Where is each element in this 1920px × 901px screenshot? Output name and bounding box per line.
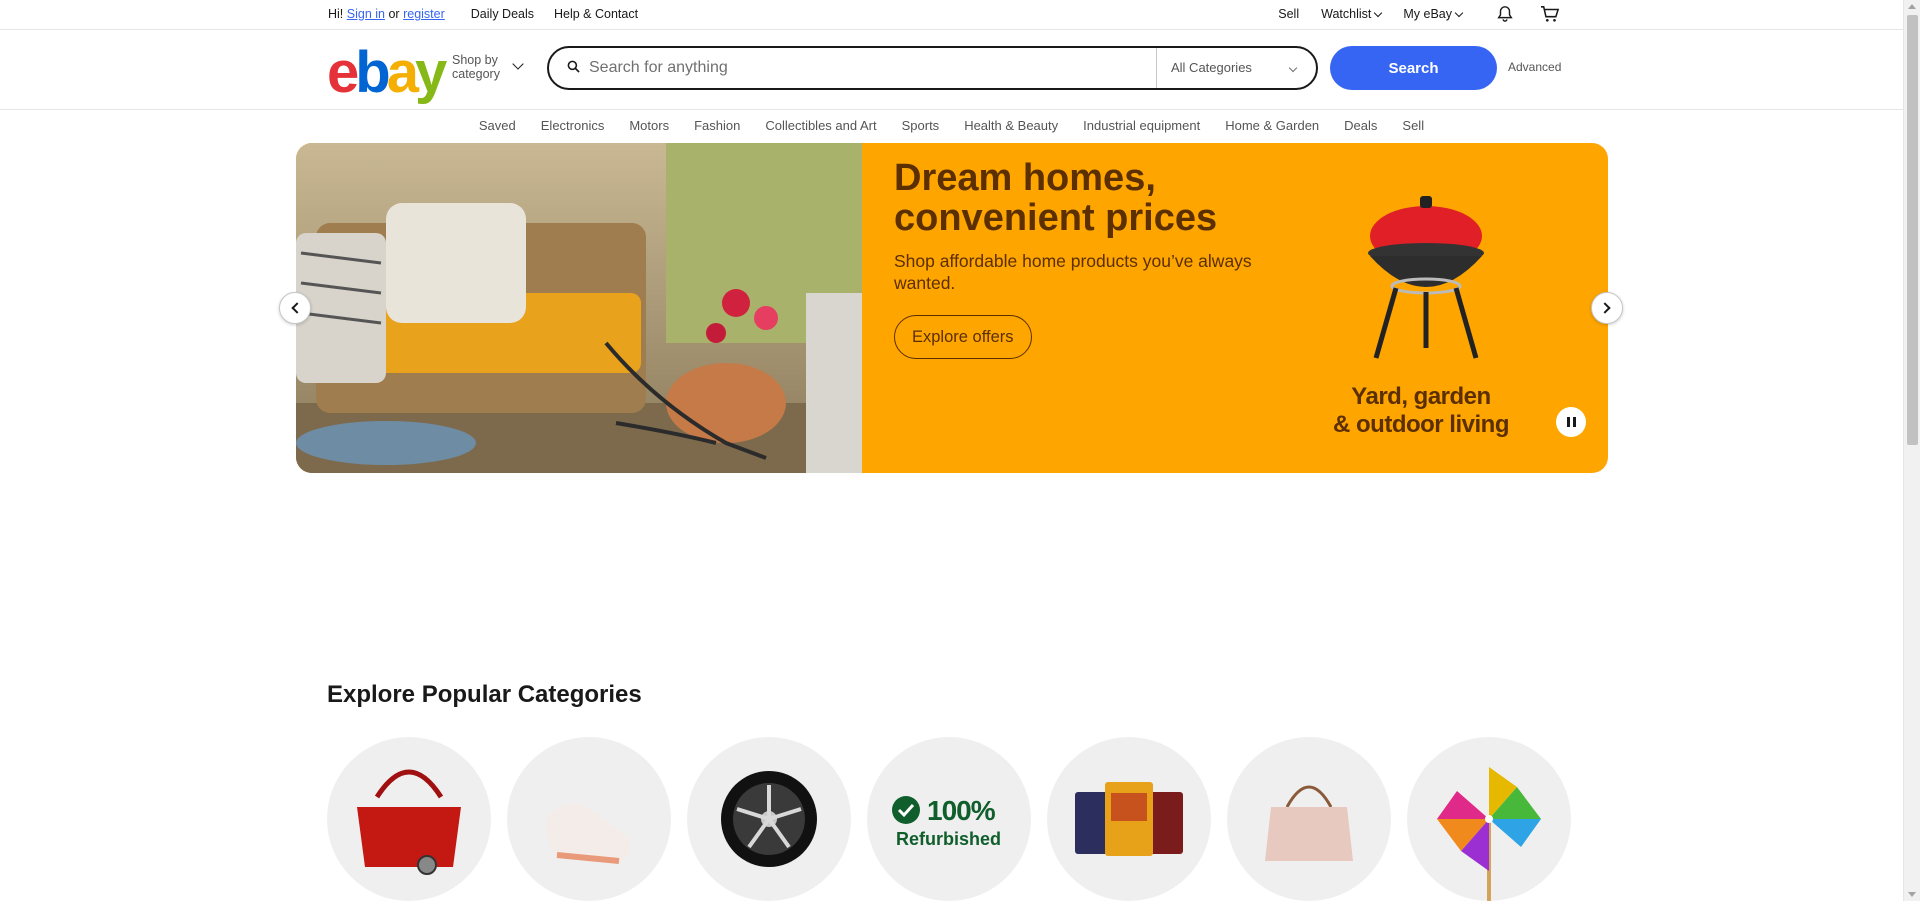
category-select[interactable]: All Categories: [1156, 48, 1316, 88]
shop-by-category-button[interactable]: Shop by category: [452, 53, 500, 81]
category-tires[interactable]: [687, 737, 851, 901]
caption-line-1: Yard, garden: [1351, 383, 1491, 410]
chevron-right-icon: [1599, 302, 1611, 314]
category-select-value: All Categories: [1171, 60, 1252, 75]
category-row: 100% Refurbished: [327, 737, 1587, 901]
popular-categories-heading: Explore Popular Categories: [327, 681, 642, 708]
grill-image: [1368, 196, 1484, 359]
banner-caption: Yard, garden & outdoor living: [1321, 383, 1521, 439]
category-trading-cards[interactable]: [1047, 737, 1211, 901]
sneaker-image: [545, 803, 631, 864]
or-text: or: [388, 7, 400, 21]
scrollbar-thumb[interactable]: [1907, 15, 1918, 445]
nav-item-electronics[interactable]: Electronics: [541, 118, 605, 136]
patio-photo: [296, 143, 862, 473]
nav-item-collectibles[interactable]: Collectibles and Art: [765, 118, 876, 136]
top-bar: Hi! Sign in or register Daily Deals Help…: [0, 0, 1903, 30]
nav-item-sports[interactable]: Sports: [902, 118, 940, 136]
notification-bell-icon[interactable]: [1496, 5, 1514, 23]
ebay-logo[interactable]: ebay: [327, 44, 447, 102]
carousel-prev-button[interactable]: [279, 292, 311, 324]
my-ebay-label: My eBay: [1403, 7, 1452, 21]
caption-line-2: & outdoor living: [1333, 411, 1509, 438]
pause-button[interactable]: [1556, 407, 1586, 437]
nav-item-saved[interactable]: Saved: [479, 118, 516, 136]
nav-item-deals[interactable]: Deals: [1344, 118, 1377, 136]
trading-cards-image: [1075, 782, 1183, 856]
category-bags[interactable]: [1227, 737, 1391, 901]
nav-item-home-garden[interactable]: Home & Garden: [1225, 118, 1319, 136]
nav-item-sell[interactable]: Sell: [1402, 118, 1424, 136]
banner-title: Dream homes, convenient prices: [894, 157, 1218, 239]
wheel-image: [721, 771, 817, 867]
nav-item-industrial[interactable]: Industrial equipment: [1083, 118, 1200, 136]
search-input[interactable]: [589, 56, 1149, 80]
carousel-next-button[interactable]: [1591, 292, 1623, 324]
category-sneakers[interactable]: [507, 737, 671, 901]
cart-icon[interactable]: [1540, 5, 1560, 23]
category-nav: Saved Electronics Motors Fashion Collect…: [0, 118, 1903, 136]
page-scrollbar[interactable]: [1903, 0, 1920, 901]
nav-item-health-beauty[interactable]: Health & Beauty: [964, 118, 1058, 136]
watchlist-menu[interactable]: Watchlist: [1321, 7, 1383, 21]
daily-deals-link[interactable]: Daily Deals: [471, 7, 534, 21]
category-refurbished[interactable]: 100% Refurbished: [867, 737, 1031, 901]
refurbished-percent: 100%: [927, 795, 996, 826]
header: ebay Shop by category All Categories Sea…: [0, 30, 1903, 110]
shop-by-label: Shop by: [452, 53, 498, 67]
sell-link[interactable]: Sell: [1278, 7, 1299, 21]
nav-item-motors[interactable]: Motors: [629, 118, 669, 136]
category-label: category: [452, 67, 500, 81]
chevron-down-icon: [1288, 63, 1298, 73]
banner-text: Dream homes, convenient prices Shop affo…: [894, 158, 1314, 294]
explore-offers-button[interactable]: Explore offers: [894, 315, 1032, 359]
top-bar-left: Hi! Sign in or register Daily Deals Help…: [328, 7, 638, 21]
category-toys[interactable]: [1407, 737, 1571, 901]
register-link[interactable]: register: [403, 7, 445, 21]
banner-subtitle: Shop affordable home products you’ve alw…: [894, 251, 1252, 293]
chevron-left-icon: [291, 302, 303, 314]
tote-bag-image: [1265, 785, 1353, 861]
pinwheel-image: [1437, 767, 1541, 901]
scroll-down-icon[interactable]: [1908, 892, 1916, 897]
advanced-search-link[interactable]: Advanced: [1508, 60, 1561, 74]
top-bar-right: Sell Watchlist My eBay: [1256, 5, 1560, 23]
chevron-down-icon: [1454, 8, 1464, 17]
hero-banner[interactable]: Dream homes, convenient prices Shop affo…: [296, 143, 1608, 473]
chevron-down-icon: [1374, 8, 1383, 17]
handbag-image: [357, 769, 461, 875]
chevron-down-icon: [512, 58, 524, 70]
refurbished-label: Refurbished: [896, 829, 1002, 849]
checkmark-badge-icon: [892, 796, 920, 824]
scroll-up-icon[interactable]: [1908, 4, 1916, 9]
pause-icon: [1566, 417, 1570, 427]
watchlist-label: Watchlist: [1321, 7, 1372, 21]
my-ebay-menu[interactable]: My eBay: [1403, 7, 1464, 21]
help-contact-link[interactable]: Help & Contact: [554, 7, 638, 21]
nav-item-fashion[interactable]: Fashion: [694, 118, 740, 136]
search-button[interactable]: Search: [1330, 46, 1497, 90]
category-luxury[interactable]: [327, 737, 491, 901]
search-icon: [567, 60, 580, 73]
greeting-text: Hi!: [328, 7, 344, 21]
search-bar: All Categories: [547, 46, 1318, 90]
sign-in-link[interactable]: Sign in: [347, 7, 385, 21]
